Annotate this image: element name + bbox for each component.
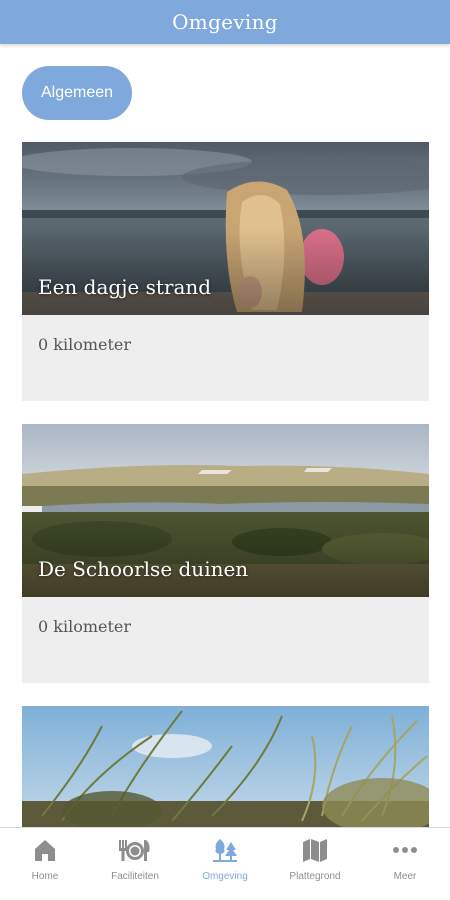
location-card-schoorlse-duinen[interactable]: De Schoorlse duinen 0 kilometer <box>22 424 429 683</box>
tab-label: Meer <box>393 871 417 882</box>
tab-meer[interactable]: Meer <box>360 828 450 900</box>
tab-omgeving[interactable]: Omgeving <box>180 828 270 900</box>
card-body: 0 kilometer <box>22 597 429 683</box>
trees-icon <box>213 839 237 862</box>
card-photo-grass <box>22 706 429 827</box>
tab-plattegrond[interactable]: Plattegrond <box>270 828 360 900</box>
card-body: 0 kilometer <box>22 315 429 401</box>
distance-label: 0 kilometer <box>38 617 132 636</box>
app-header: Omgeving <box>0 0 450 44</box>
location-card-partial[interactable] <box>22 706 429 827</box>
distance-label: 0 kilometer <box>38 335 132 354</box>
tab-faciliteiten[interactable]: Faciliteiten <box>90 828 180 900</box>
tab-label: Faciliteiten <box>111 871 159 882</box>
location-card-strand[interactable]: Een dagje strand 0 kilometer <box>22 142 429 401</box>
category-chip-algemeen[interactable]: Algemeen <box>22 66 132 120</box>
bottom-tab-bar: Home Faciliteiten Omgeving Plattegrond M… <box>0 827 450 900</box>
home-icon <box>35 840 55 861</box>
more-dots-icon <box>393 847 417 853</box>
tab-home[interactable]: Home <box>0 828 90 900</box>
tab-label: Omgeving <box>202 871 248 882</box>
page-title: Omgeving <box>172 10 278 34</box>
card-title: De Schoorlse duinen <box>38 557 249 581</box>
card-photo-beach: Een dagje strand <box>22 142 429 315</box>
cutlery-icon <box>119 840 150 861</box>
card-photo-dunes: De Schoorlse duinen <box>22 424 429 597</box>
tab-label: Plattegrond <box>289 871 341 882</box>
content-scroll-area[interactable]: Algemeen Een dagje strand 0 kilometer De… <box>0 44 450 827</box>
map-icon <box>303 839 327 862</box>
card-title: Een dagje strand <box>38 275 212 299</box>
tab-label: Home <box>31 871 59 882</box>
